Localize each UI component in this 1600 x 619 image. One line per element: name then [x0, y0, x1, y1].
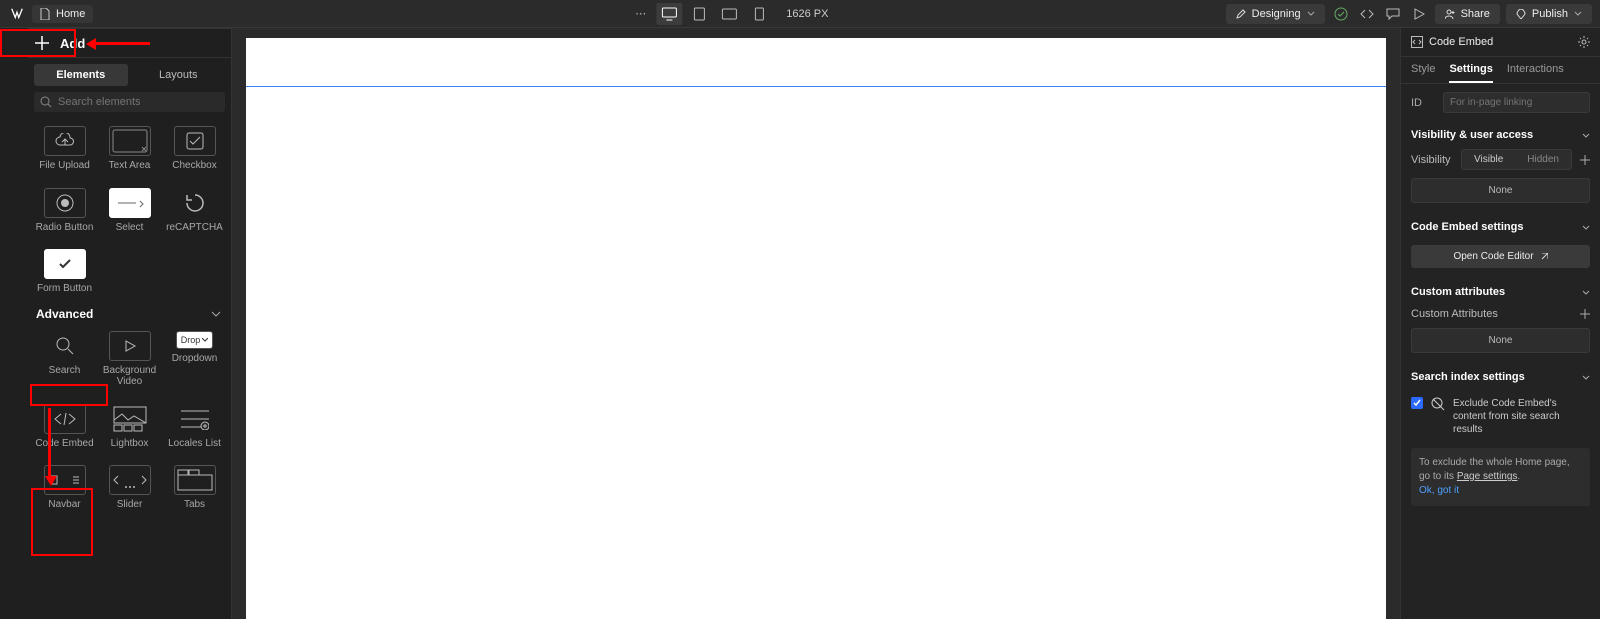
page-icon: [40, 8, 50, 20]
exclude-label: Exclude Code Embed's content from site s…: [1453, 397, 1590, 436]
canvas-area: [232, 28, 1400, 619]
id-input[interactable]: [1443, 92, 1590, 113]
code-embed-section-header[interactable]: Code Embed settings: [1401, 213, 1600, 241]
element-form-button[interactable]: Form Button: [32, 245, 97, 301]
element-file-upload[interactable]: File Upload: [32, 122, 97, 178]
custom-attributes-label: Custom Attributes: [1411, 308, 1498, 320]
visibility-segmented[interactable]: Visible Hidden: [1461, 149, 1572, 170]
element-lightbox[interactable]: Lightbox: [97, 400, 162, 456]
chevron-down-icon: [1582, 375, 1590, 380]
topbar-right: Designing Share Publish: [1226, 4, 1600, 24]
add-panel-tabs: Elements Layouts: [28, 58, 231, 92]
exclude-from-search-row[interactable]: Exclude Code Embed's content from site s…: [1401, 391, 1600, 442]
comments-icon[interactable]: [1383, 4, 1403, 24]
open-code-editor-button[interactable]: Open Code Editor: [1411, 245, 1590, 268]
code-icon[interactable]: [1357, 4, 1377, 24]
page-settings-link[interactable]: Page settings: [1457, 471, 1518, 482]
canvas-width-label[interactable]: 1626 PX: [786, 8, 828, 20]
add-visibility-icon[interactable]: [1580, 155, 1590, 165]
preview-play-icon[interactable]: [1409, 4, 1429, 24]
pencil-icon: [1236, 9, 1246, 19]
element-navbar[interactable]: Navbar: [32, 461, 97, 517]
chevron-down-icon: [1582, 290, 1590, 295]
element-code-embed[interactable]: Code Embed: [32, 400, 97, 456]
embed-icon: [1411, 36, 1423, 48]
chevron-down-icon: [1582, 225, 1590, 230]
element-select[interactable]: Select: [97, 184, 162, 240]
custom-attributes-empty[interactable]: None: [1411, 328, 1590, 353]
more-dots-icon[interactable]: ⋯: [629, 7, 652, 20]
visibility-label: Visibility: [1411, 154, 1457, 166]
element-text-area[interactable]: Text Area: [97, 122, 162, 178]
custom-attributes-section-header[interactable]: Custom attributes: [1401, 278, 1600, 306]
element-checkbox[interactable]: Checkbox: [162, 122, 227, 178]
search-elements-input[interactable]: [34, 92, 225, 112]
current-page-name: Home: [56, 8, 85, 20]
search-row: [28, 92, 231, 118]
top-bar: Home ⋯ 1626 PX Designing: [0, 0, 1600, 28]
add-elements-panel: Add Elements Layouts File Upload Text Ar…: [0, 28, 232, 619]
chevron-down-icon: [1574, 11, 1582, 17]
breakpoint-desktop-button[interactable]: [656, 3, 682, 25]
mode-switcher[interactable]: Designing: [1226, 4, 1325, 24]
element-tabs[interactable]: Tabs: [162, 461, 227, 517]
chevron-down-icon: [211, 311, 221, 317]
selected-element-outline: [246, 86, 1386, 87]
add-panel-header: Add: [28, 28, 231, 58]
search-icon: [40, 96, 52, 108]
tab-interactions[interactable]: Interactions: [1507, 63, 1564, 83]
design-canvas[interactable]: [246, 38, 1386, 619]
seg-hidden[interactable]: Hidden: [1515, 150, 1571, 169]
element-recaptcha[interactable]: reCAPTCHA: [162, 184, 227, 240]
tab-layouts[interactable]: Layouts: [132, 64, 226, 86]
chevron-down-icon: [1307, 11, 1315, 17]
visibility-conditions-empty[interactable]: None: [1411, 178, 1590, 203]
rocket-icon: [1516, 9, 1526, 19]
element-slider[interactable]: Slider: [97, 461, 162, 517]
breakpoint-phone-button[interactable]: [746, 3, 772, 25]
visibility-section-header[interactable]: Visibility & user access: [1401, 121, 1600, 149]
external-link-icon: [1540, 253, 1548, 261]
tab-elements[interactable]: Elements: [34, 64, 128, 86]
seg-visible[interactable]: Visible: [1462, 150, 1515, 169]
plus-icon: [34, 35, 50, 51]
settings-gear-icon[interactable]: [1578, 36, 1590, 48]
app-logo[interactable]: [10, 7, 24, 21]
selected-element-header: Code Embed: [1401, 28, 1600, 57]
mode-label: Designing: [1252, 8, 1301, 20]
element-search[interactable]: Search: [32, 327, 97, 394]
search-field[interactable]: [58, 96, 219, 108]
add-panel-title: Add: [60, 36, 85, 51]
element-locales-list[interactable]: Locales List: [162, 400, 227, 456]
id-row: ID: [1401, 84, 1600, 121]
inspector-panel: Code Embed Style Settings Interactions I…: [1400, 28, 1600, 619]
tab-settings[interactable]: Settings: [1449, 63, 1492, 83]
person-plus-icon: [1445, 9, 1455, 19]
breakpoint-tablet-button[interactable]: [686, 3, 712, 25]
id-label: ID: [1411, 97, 1437, 109]
chevron-down-icon: [1582, 133, 1590, 138]
status-check-icon[interactable]: [1331, 4, 1351, 24]
topbar-left: Home: [0, 5, 232, 23]
elements-list: File Upload Text Area Checkbox Radio But…: [28, 118, 231, 619]
checkbox-checked-icon[interactable]: [1411, 397, 1423, 409]
search-off-icon: [1431, 397, 1445, 411]
element-background-video[interactable]: Background Video: [97, 327, 162, 394]
add-attribute-icon[interactable]: [1580, 309, 1590, 319]
section-advanced-header[interactable]: Advanced: [28, 301, 231, 327]
element-dropdown[interactable]: Drop Dropdown: [162, 327, 227, 394]
inspector-tabs: Style Settings Interactions: [1401, 57, 1600, 84]
search-index-section-header[interactable]: Search index settings: [1401, 363, 1600, 391]
dropdown-pill-icon: Drop: [176, 331, 214, 349]
ok-got-it-link[interactable]: Ok, got it: [1419, 485, 1459, 496]
page-selector[interactable]: Home: [32, 5, 93, 23]
element-radio-button[interactable]: Radio Button: [32, 184, 97, 240]
visibility-toggle-row: Visibility Visible Hidden: [1401, 149, 1600, 178]
search-index-help: To exclude the whole Home page, go to it…: [1411, 448, 1590, 506]
publish-button[interactable]: Publish: [1506, 4, 1592, 24]
device-switcher: ⋯ 1626 PX: [629, 3, 828, 25]
breakpoint-landscape-button[interactable]: [716, 3, 742, 25]
share-button[interactable]: Share: [1435, 4, 1500, 24]
tab-style[interactable]: Style: [1411, 63, 1435, 83]
